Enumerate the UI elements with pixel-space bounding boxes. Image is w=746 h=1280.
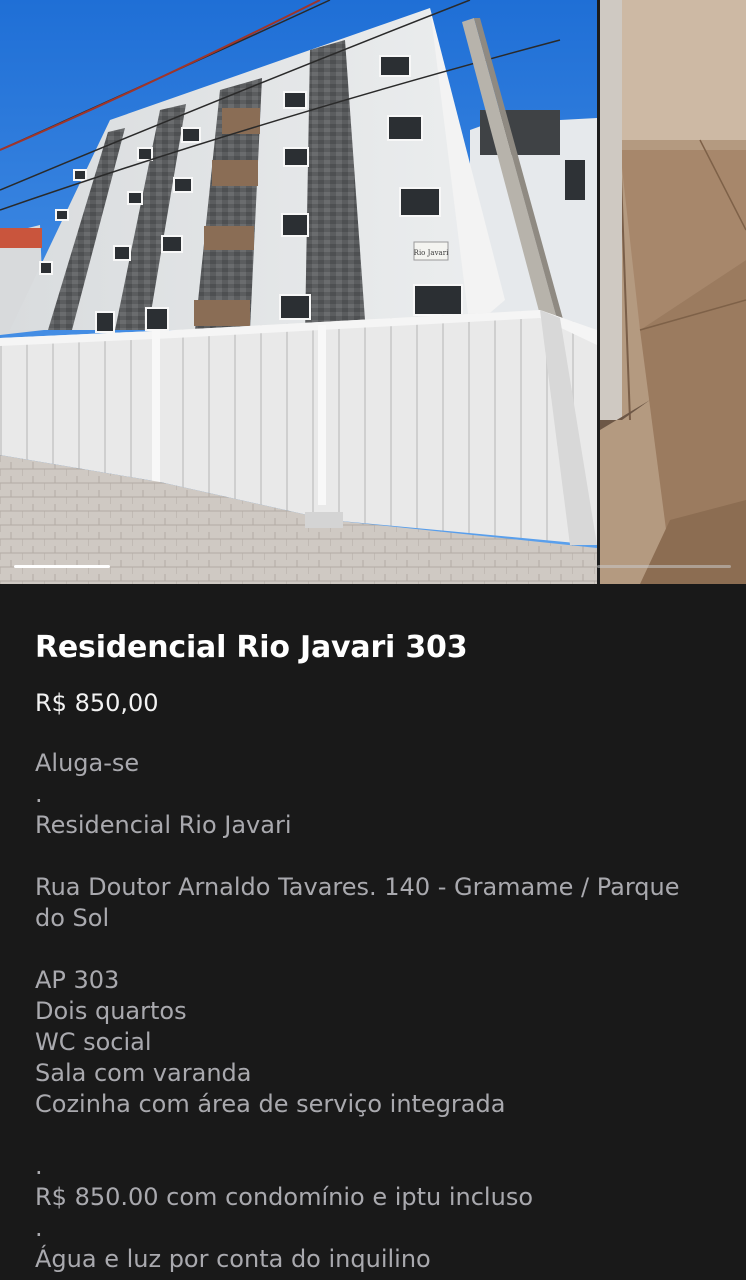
description-line: . <box>35 1214 43 1242</box>
listing-photo-building[interactable]: Rio Javari <box>0 0 597 584</box>
description-line: . <box>35 1152 43 1180</box>
description-line <box>35 934 711 965</box>
photo-carousel[interactable]: Rio Javari <box>0 0 746 584</box>
description-line: Rua Doutor Arnaldo Tavares. 140 - Gramam… <box>35 873 680 932</box>
listing-title: Residencial Rio Javari 303 <box>35 630 468 665</box>
interior-floor-image <box>600 0 746 584</box>
listing-description: Aluga-se . Residencial Rio Javari Rua Do… <box>35 748 711 1275</box>
building-sign-text: Rio Javari <box>414 249 449 257</box>
progress-segment <box>597 565 731 568</box>
listing-details: Residencial Rio Javari 303 R$ 850,00 Alu… <box>0 584 746 1280</box>
carousel-progress <box>0 565 746 568</box>
description-line: Residencial Rio Javari <box>35 811 292 839</box>
description-line: AP 303 <box>35 966 120 994</box>
description-line: Cozinha com área de serviço integrada <box>35 1090 506 1118</box>
listing-price: R$ 850,00 <box>35 689 159 717</box>
progress-segment-active <box>14 565 110 568</box>
listing-photo-interior[interactable] <box>600 0 746 584</box>
building-exterior-image: Rio Javari <box>0 0 597 584</box>
description-line: Dois quartos <box>35 997 187 1025</box>
description-line: Sala com varanda <box>35 1059 252 1087</box>
description-line: . <box>35 780 43 808</box>
description-line: WC social <box>35 1028 152 1056</box>
description-line <box>35 841 711 872</box>
description-line <box>35 1120 711 1151</box>
description-line: Aluga-se <box>35 749 140 777</box>
description-line: Água e luz por conta do inquilino <box>35 1245 431 1273</box>
description-line: R$ 850.00 com condomínio e iptu incluso <box>35 1183 533 1211</box>
